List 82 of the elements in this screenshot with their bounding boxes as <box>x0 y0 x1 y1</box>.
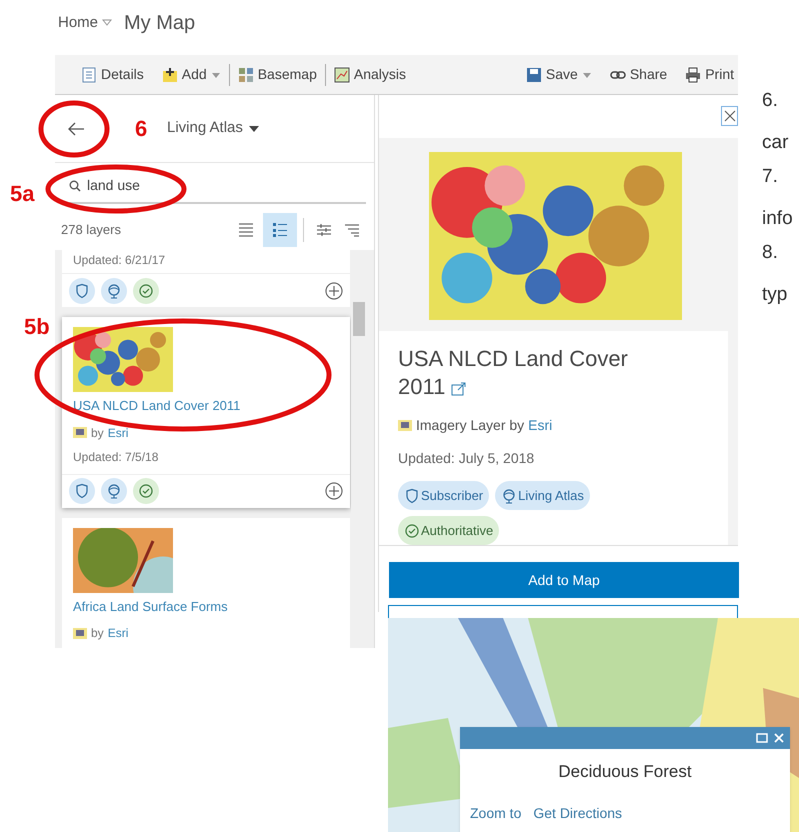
shield-icon <box>74 483 90 499</box>
note-text: 7. <box>762 166 779 188</box>
annotation-number: 6 <box>135 115 148 143</box>
updated-date: Updated: 7/5/18 <box>73 448 160 466</box>
note-text: info <box>762 208 793 230</box>
result-title-link[interactable]: USA NLCD Land Cover 2011 <box>73 396 339 416</box>
search-field[interactable]: land use <box>87 175 287 196</box>
layer-title: USA NLCD Land Cover 2011 <box>398 345 629 402</box>
plus-circle-icon <box>325 482 343 500</box>
close-button[interactable] <box>721 106 738 126</box>
result-card[interactable]: Africa Land Surface Forms by Esri <box>62 518 350 648</box>
toolbar-button[interactable]: Share <box>606 64 672 85</box>
owner-link[interactable]: Esri <box>108 424 128 442</box>
close-icon <box>774 733 784 743</box>
grid-icon <box>238 66 254 82</box>
back-arrow-icon <box>67 122 85 136</box>
floppy-icon <box>526 66 542 82</box>
byline-text: by <box>91 625 104 642</box>
result-title-link[interactable]: Africa Land Surface Forms <box>73 596 339 616</box>
note-text: car <box>762 132 790 154</box>
popup-title: Deciduous Forest <box>557 761 693 783</box>
popup-action-link[interactable]: Zoom to <box>470 802 522 824</box>
updated-date: Updated: 6/21/17 <box>73 252 166 269</box>
sliders-icon <box>316 223 332 237</box>
plus-circle-icon <box>325 282 343 300</box>
toolbar-button[interactable]: Save <box>522 64 596 85</box>
toolbar-button[interactable]: Print <box>681 64 738 85</box>
caret-icon <box>248 124 259 132</box>
map-title: My Map <box>124 11 196 36</box>
external-link-icon <box>451 382 468 396</box>
detail-list-icon <box>272 222 288 238</box>
search-icon <box>69 180 81 192</box>
maximize-icon <box>756 733 768 743</box>
layer-count: 278 layers <box>61 221 122 240</box>
tag: Subscriber <box>398 481 490 510</box>
shield-icon <box>74 282 90 298</box>
note-text: 6. <box>762 90 779 112</box>
annotation-ellipse <box>38 100 110 158</box>
owner-link[interactable]: Esri <box>528 415 552 436</box>
imagery-layer-icon <box>398 420 412 432</box>
tag: Authoritative <box>398 516 500 546</box>
globe-icon <box>501 488 518 504</box>
result-card[interactable]: USA NLCD Land Cover 2011 by Esri Updated: 7/5/18 <box>62 317 350 508</box>
shield-icon <box>404 488 420 504</box>
sort-icon <box>344 223 360 237</box>
map-view[interactable]: Deciduous Forest Zoom to Get Directions <box>388 618 799 832</box>
byline-text: by <box>91 424 104 442</box>
source-dropdown[interactable]: Living Atlas <box>167 117 259 140</box>
note-text: 8. <box>762 242 779 264</box>
check-circle-icon <box>138 483 154 499</box>
popup-action-link[interactable]: Get Directions <box>533 802 622 824</box>
toolbar-button[interactable]: Analysis <box>330 64 410 85</box>
updated-date: Updated: July 5, 2018 <box>398 449 536 468</box>
close-icon <box>724 110 736 122</box>
toolbar-button[interactable]: Basemap <box>234 64 321 85</box>
tag: Living Atlas <box>495 481 590 510</box>
check-circle-icon <box>404 522 420 539</box>
document-icon <box>81 66 97 82</box>
add-to-map-button[interactable]: Add to Map <box>389 562 739 598</box>
maximize-button[interactable] <box>756 733 768 743</box>
add-layer-button[interactable] <box>325 282 343 300</box>
printer-icon <box>685 66 702 82</box>
list-icon <box>238 222 254 238</box>
globe-icon <box>106 483 122 499</box>
view-toggle[interactable] <box>263 213 297 247</box>
imagery-layer-icon <box>73 427 87 438</box>
result-card[interactable]: Updated: 6/21/17 <box>62 250 350 307</box>
caret-icon <box>102 19 112 27</box>
imagery-layer-icon <box>73 628 87 638</box>
add-layer-button[interactable] <box>325 482 343 500</box>
chart-map-icon <box>334 66 350 82</box>
toolbar-button[interactable]: Details <box>77 64 148 85</box>
layer-type: Imagery Layer by <box>416 416 524 436</box>
annotation-number: 5b <box>24 313 50 341</box>
plus-folder-icon <box>162 66 178 82</box>
toolbar-button[interactable]: Add <box>158 64 225 85</box>
owner-link[interactable]: Esri <box>108 624 128 642</box>
home-menu[interactable]: Home <box>58 12 112 34</box>
annotation-number: 5a <box>10 180 34 208</box>
globe-icon <box>106 282 122 298</box>
note-text: typ <box>762 284 788 306</box>
check-circle-icon <box>138 282 154 298</box>
